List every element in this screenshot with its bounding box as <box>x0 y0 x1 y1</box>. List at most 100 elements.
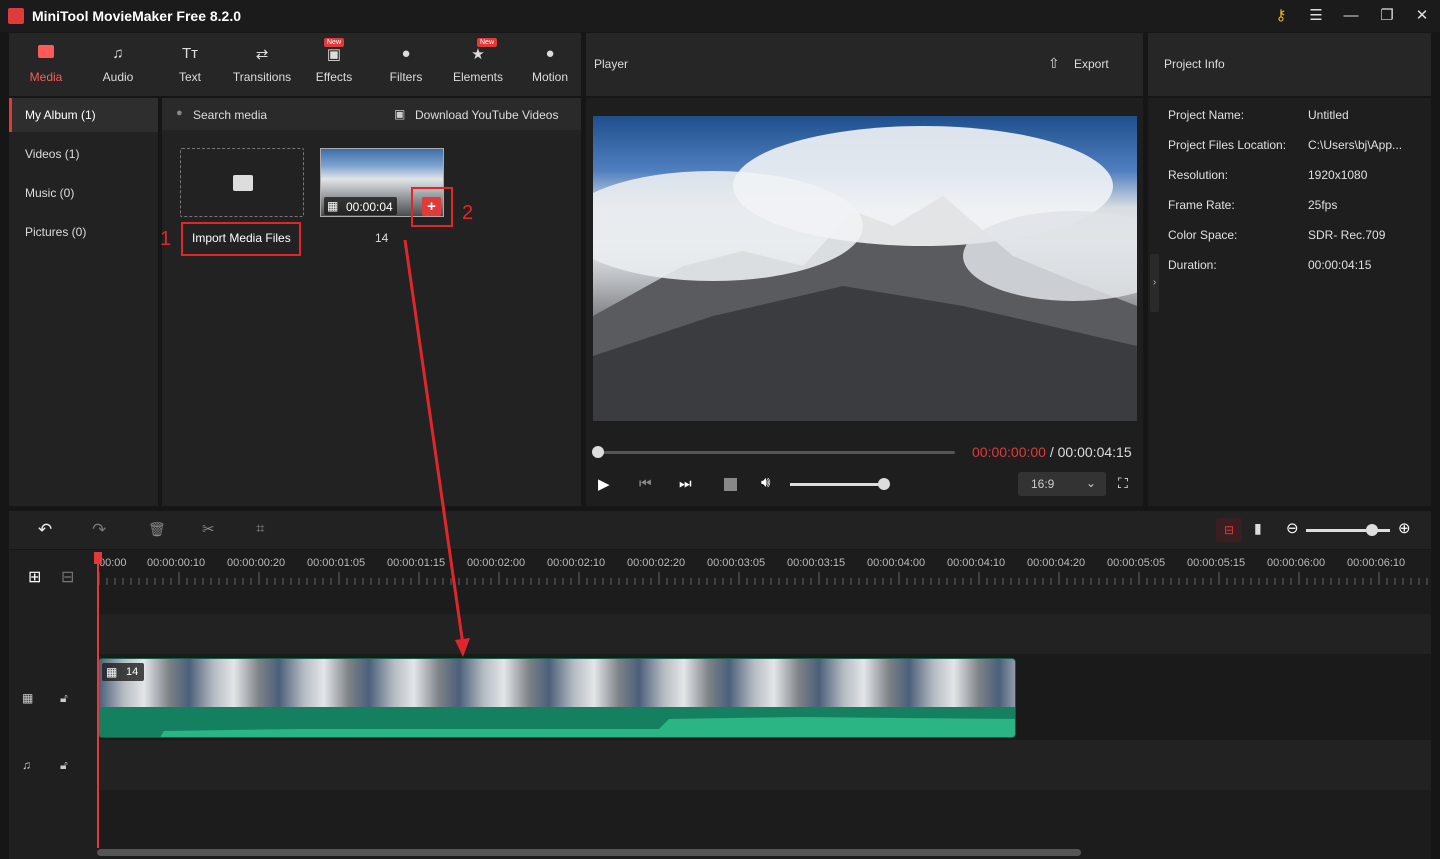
stop-button[interactable] <box>724 478 737 491</box>
ruler-label: 00:00:02:20 <box>627 557 686 569</box>
video-clip[interactable]: ▦ 14 <box>98 658 1016 738</box>
callout-1: 1 <box>160 228 172 250</box>
lock-icon[interactable]: 🔓︎ <box>60 691 68 706</box>
tab-media[interactable]: Media <box>11 33 81 96</box>
film-icon: ▦ <box>327 199 339 213</box>
zoom-out-button[interactable]: ⊖ <box>1286 519 1299 537</box>
ruler-ticks <box>98 572 1428 585</box>
playhead[interactable] <box>97 552 99 848</box>
fit-icon[interactable]: ▮ <box>1254 520 1262 537</box>
volume-icon[interactable]: 🔊︎ <box>761 474 770 491</box>
info-key: Frame Rate: <box>1168 198 1235 212</box>
playhead-handle[interactable] <box>94 552 102 564</box>
filters-icon: ● <box>401 45 411 62</box>
effects-icon: ▣ <box>326 46 342 63</box>
info-value: C:\Users\bj\App... <box>1308 138 1403 152</box>
add-track-icon[interactable]: ⊞ <box>28 567 41 587</box>
export-button[interactable]: Export <box>1074 57 1109 71</box>
app-logo-icon <box>8 8 24 24</box>
tab-audio[interactable]: ♫ Audio <box>83 33 153 96</box>
tab-text[interactable]: Tт Text <box>155 33 225 96</box>
tab-label: Effects <box>315 70 353 84</box>
menu-icon[interactable]: ☰ <box>1305 6 1327 26</box>
minimize-button[interactable]: — <box>1340 6 1362 26</box>
maximize-button[interactable]: ❐ <box>1376 6 1398 26</box>
progress-handle[interactable] <box>592 446 604 458</box>
app-title: MiniTool MovieMaker Free 8.2.0 <box>32 8 242 24</box>
download-icon: ▣ <box>394 107 406 121</box>
sidebar-item-my-album[interactable]: My Album (1) <box>9 98 158 132</box>
ruler-label: 00:00:00:10 <box>147 557 206 569</box>
sidebar-item-videos[interactable]: Videos (1) <box>9 137 158 171</box>
ruler-label: 00:00:01:15 <box>387 557 446 569</box>
ruler-label: 00:00:02:10 <box>547 557 606 569</box>
info-value: 00:00:04:15 <box>1308 258 1372 272</box>
info-key: Duration: <box>1168 258 1217 272</box>
info-key: Color Space: <box>1168 228 1238 242</box>
progress-track[interactable] <box>598 451 955 454</box>
tab-motion[interactable]: ● Motion <box>515 33 585 96</box>
split-icon[interactable]: ✂ <box>202 520 215 538</box>
ruler-label: 00:00:01:05 <box>307 557 366 569</box>
horizontal-scrollbar[interactable] <box>97 849 1081 856</box>
callout-2: 2 <box>462 202 474 224</box>
time-separator: / <box>1045 444 1058 460</box>
tab-transitions[interactable]: ⇄ Transitions <box>227 33 297 96</box>
lock-icon[interactable]: 🔓︎ <box>60 758 68 773</box>
player-title: Player <box>594 57 629 71</box>
audio-waveform <box>160 717 1015 737</box>
undo-icon[interactable]: ↶ <box>38 520 52 540</box>
zoom-handle[interactable] <box>1365 524 1378 536</box>
zoom-in-button[interactable]: ⊕ <box>1398 519 1411 537</box>
aspect-ratio-select[interactable]: 16:9 ⌄ <box>1018 472 1106 496</box>
time-ruler[interactable]: 00:00 00:00:00:10 00:00:00:20 00:00:01:05 00… <box>97 550 1431 588</box>
info-row-frame-rate: Frame Rate: 25fps <box>1168 198 1428 214</box>
info-value: Untitled <box>1308 108 1349 122</box>
track-headers: ⊞ ⊟ ▦ 🔓︎ ♫ 🔓︎ <box>9 550 97 859</box>
fullscreen-button[interactable]: ⛶ <box>1118 475 1128 492</box>
sidebar-item-pictures[interactable]: Pictures (0) <box>9 215 158 249</box>
top-toolbar: Media ♫ Audio Tт Text ⇄ Transitions New … <box>9 33 581 96</box>
play-button[interactable]: ▶ <box>598 475 610 493</box>
music-note-icon: ♫ <box>112 45 124 62</box>
snap-icon[interactable]: ⊟ <box>1216 518 1242 542</box>
aspect-ratio-value: 16:9 <box>1031 477 1055 491</box>
audio-track-icon: ♫ <box>22 758 31 772</box>
close-button[interactable]: ✕ <box>1411 6 1433 26</box>
tab-elements[interactable]: New ★ Elements <box>443 33 513 96</box>
tab-filters[interactable]: ● Filters <box>371 33 441 96</box>
key-icon[interactable]: ⚷ <box>1270 6 1292 26</box>
download-youtube-button[interactable]: Download YouTube Videos <box>415 108 558 122</box>
clip-label: 14 <box>126 666 139 678</box>
ruler-label: 00:00:04:00 <box>867 557 926 569</box>
info-row-location: Project Files Location: C:\Users\bj\App..… <box>1168 138 1428 154</box>
media-panel: ● Search media ▣ Download YouTube Videos… <box>160 98 581 506</box>
audio-track <box>97 740 1431 790</box>
redo-icon[interactable]: ↷ <box>92 520 106 540</box>
search-icon: ● <box>176 107 183 119</box>
import-drop-zone[interactable] <box>180 148 304 217</box>
clip-thumbnails <box>99 659 1015 707</box>
remove-track-icon[interactable]: ⊟ <box>61 567 74 587</box>
video-frame-mountain <box>593 126 1137 421</box>
volume-handle[interactable] <box>878 478 890 490</box>
delete-icon[interactable]: 🗑︎ <box>148 521 166 538</box>
import-media-button[interactable]: Import Media Files <box>192 231 291 245</box>
video-track-icon: ▦ <box>22 691 34 705</box>
transitions-icon: ⇄ <box>255 46 269 63</box>
video-preview <box>593 116 1137 421</box>
volume-slider[interactable] <box>790 483 884 486</box>
crop-icon[interactable]: ⌗ <box>256 520 264 537</box>
ruler-label: 00:00:05:15 <box>1187 557 1246 569</box>
previous-frame-button[interactable]: ⏮ <box>639 475 652 492</box>
collapse-panel-button[interactable]: › <box>1150 254 1159 312</box>
add-to-timeline-button[interactable]: + <box>422 197 441 216</box>
timeline: ⊞ ⊟ ▦ 🔓︎ ♫ 🔓︎ 00:00 00:00:00:10 00:00:00:2… <box>9 550 1431 859</box>
sidebar-item-music[interactable]: Music (0) <box>9 176 158 210</box>
info-key: Project Name: <box>1168 108 1245 122</box>
tab-effects[interactable]: New ▣ Effects <box>299 33 369 96</box>
media-sidebar: My Album (1) Videos (1) Music (0) Pictur… <box>9 98 158 506</box>
next-frame-button[interactable]: ⏭ <box>679 475 692 492</box>
search-input[interactable]: Search media <box>193 108 267 122</box>
info-row-duration: Duration: 00:00:04:15 <box>1168 258 1428 274</box>
